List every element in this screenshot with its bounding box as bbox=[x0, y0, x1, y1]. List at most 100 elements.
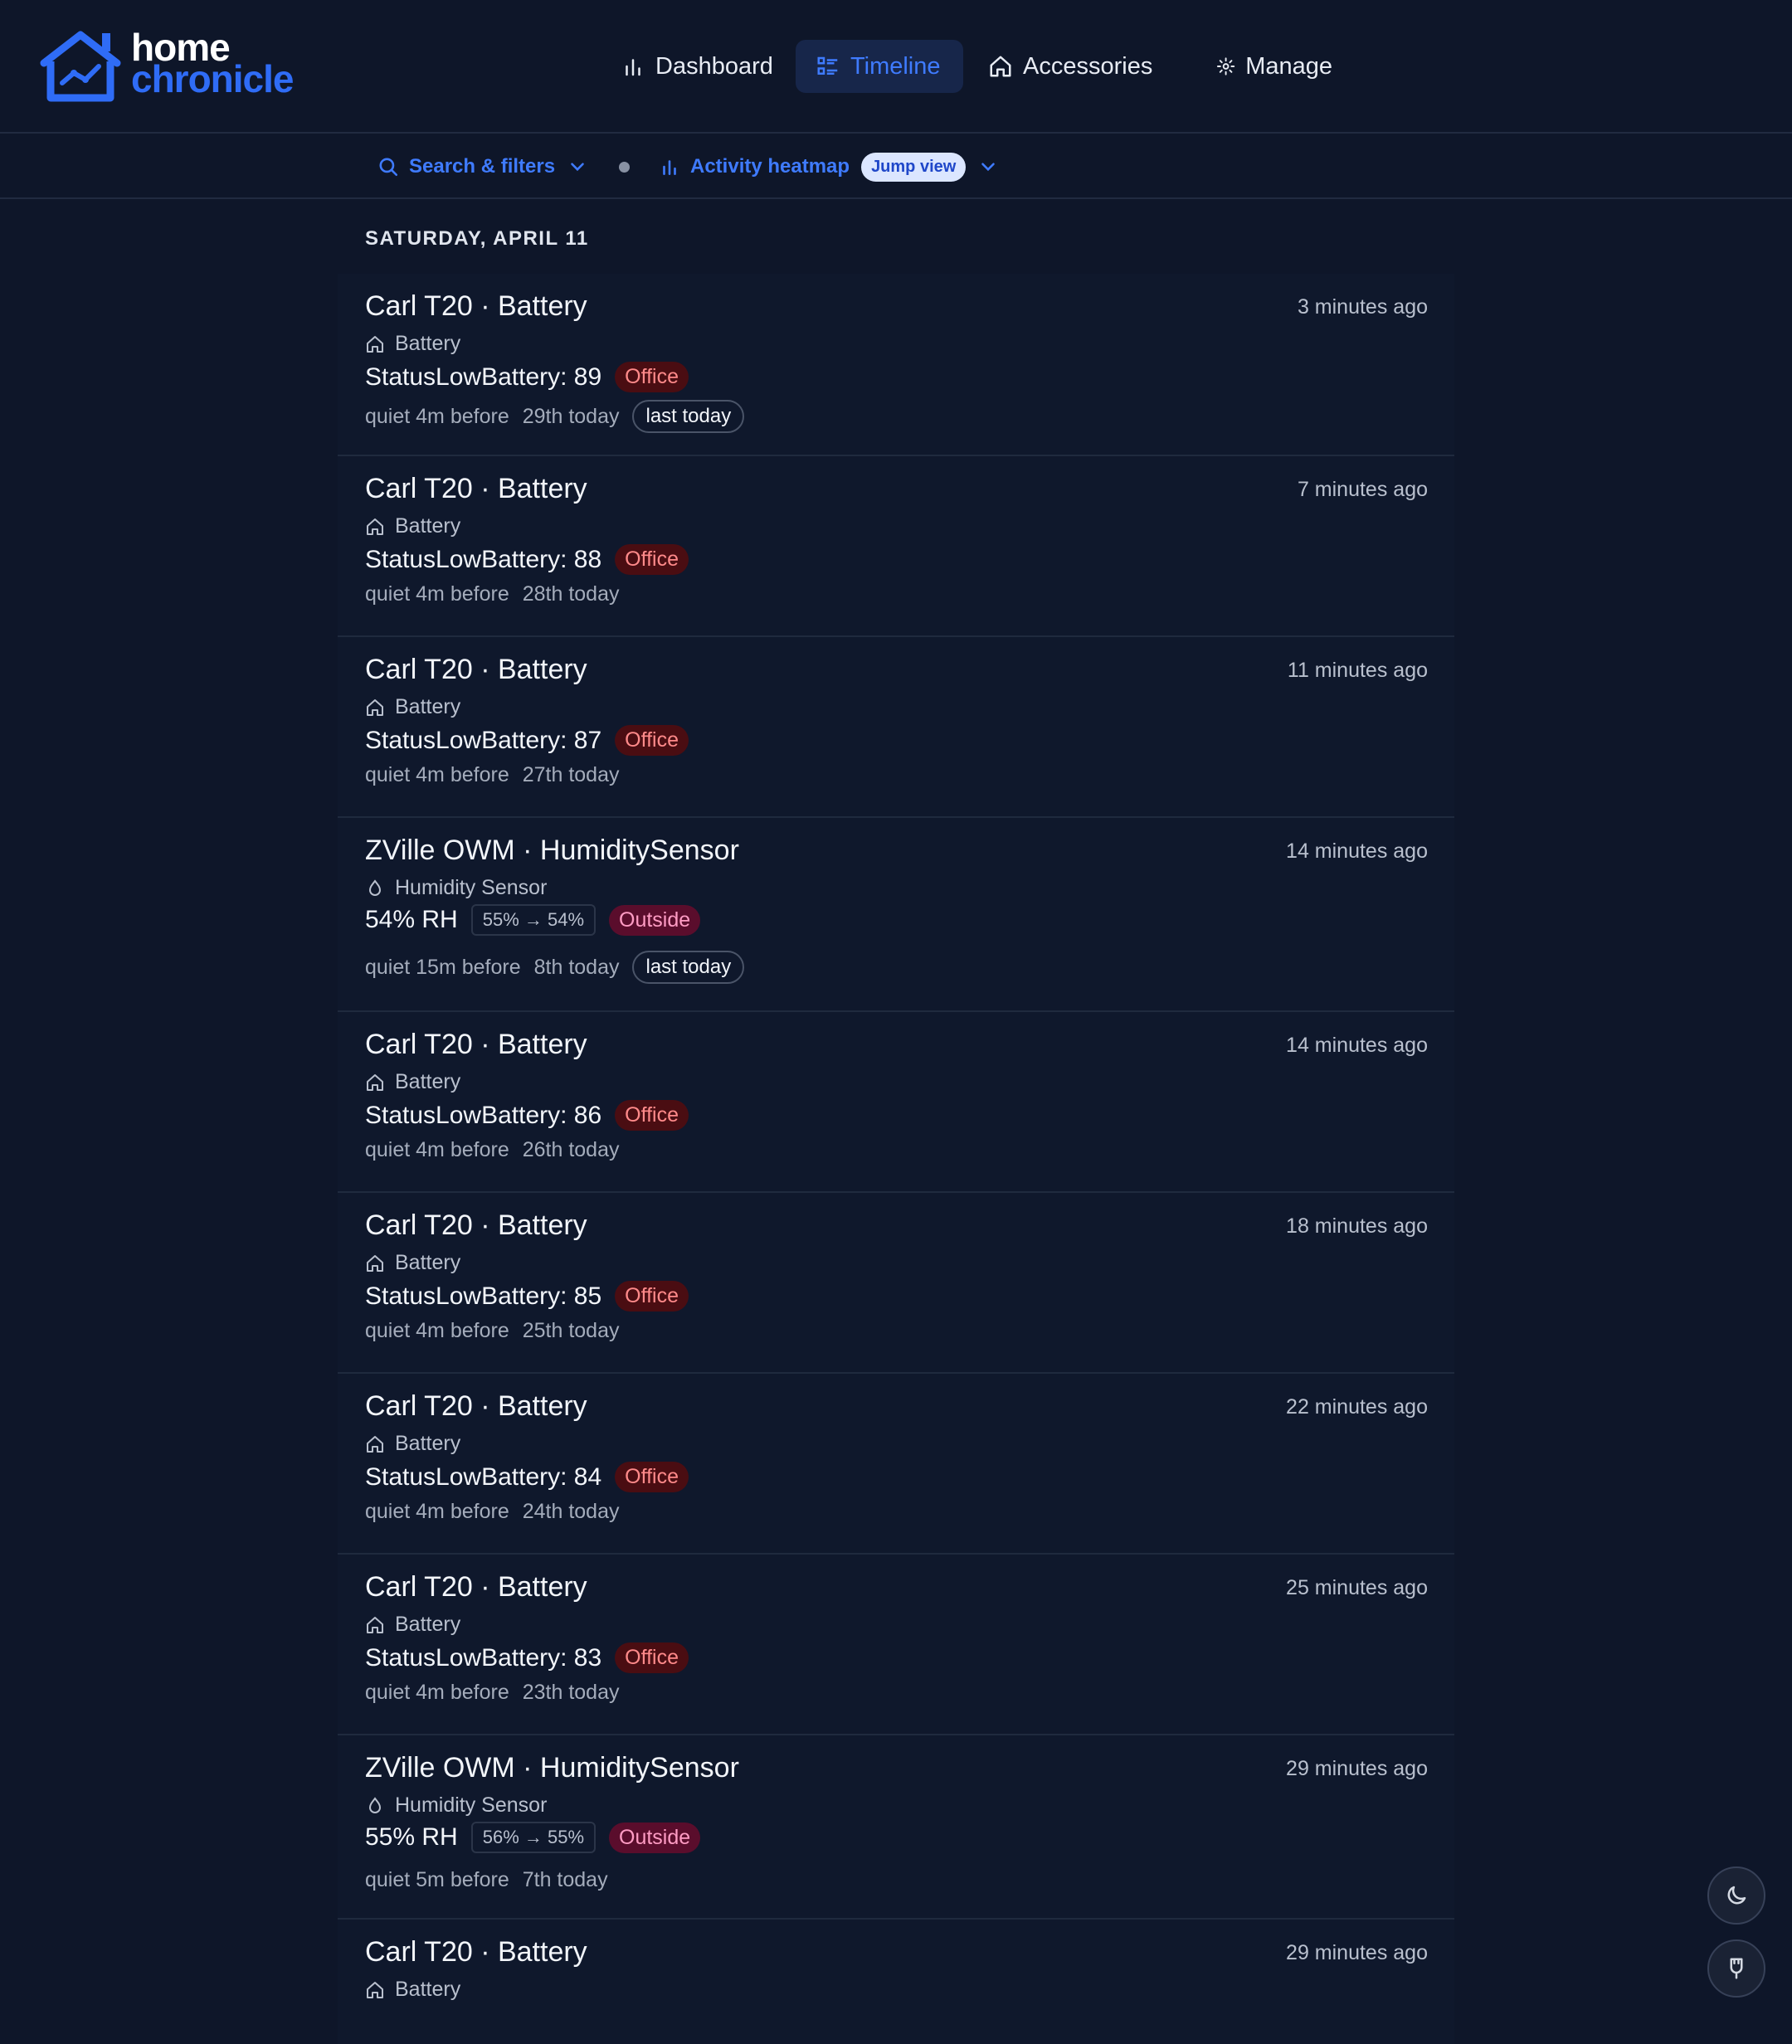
room-badge[interactable]: Office bbox=[615, 725, 689, 756]
logo-chronicle-text: chronicle bbox=[131, 57, 295, 100]
event-service-type: Battery bbox=[365, 1070, 460, 1094]
gear-icon bbox=[1216, 57, 1235, 75]
nav-accessories[interactable]: Accessories bbox=[975, 40, 1166, 93]
rank-text: 25th today bbox=[522, 1319, 620, 1342]
event-meta: quiet 4m before 28th today bbox=[365, 582, 619, 606]
room-badge[interactable]: Office bbox=[615, 1642, 689, 1673]
quiet-text: quiet 4m before bbox=[365, 1681, 509, 1704]
event-service-type: Battery bbox=[365, 332, 460, 356]
timeline-event[interactable]: Carl T20 · Battery 14 minutes ago Batter… bbox=[338, 1012, 1454, 1193]
room-badge[interactable]: Office bbox=[615, 1462, 689, 1492]
event-type-label: Battery bbox=[395, 332, 461, 355]
timeline-event[interactable]: Carl T20 · Battery 22 minutes ago Batter… bbox=[338, 1374, 1454, 1555]
room-badge[interactable]: Office bbox=[615, 1100, 689, 1131]
last-today-badge: last today bbox=[632, 951, 745, 984]
quiet-text: quiet 4m before bbox=[365, 404, 509, 428]
event-title: Carl T20 · Battery bbox=[365, 1390, 587, 1422]
rank-text: 28th today bbox=[522, 582, 620, 606]
timeline-event[interactable]: ZVille OWM · HumiditySensor 14 minutes a… bbox=[338, 818, 1454, 1012]
event-service-type: Humidity Sensor bbox=[365, 1793, 547, 1818]
chevron-down-icon bbox=[981, 163, 996, 172]
event-value-text: StatusLowBattery: 83 bbox=[365, 1643, 602, 1672]
bar-chart-icon bbox=[626, 59, 640, 76]
event-title: Carl T20 · Battery bbox=[365, 1936, 587, 1968]
event-value-text: StatusLowBattery: 86 bbox=[365, 1101, 602, 1129]
plugin-button[interactable] bbox=[1707, 1939, 1765, 1998]
event-service-type: Humidity Sensor bbox=[365, 876, 547, 900]
event-meta: quiet 4m before 26th today bbox=[365, 1138, 619, 1162]
quiet-text: quiet 4m before bbox=[365, 582, 509, 606]
event-time: 18 minutes ago bbox=[1286, 1214, 1428, 1238]
timeline-event[interactable]: Carl T20 · Battery 3 minutes ago Battery… bbox=[338, 274, 1454, 456]
nav-accessories-label: Accessories bbox=[1023, 52, 1153, 80]
timeline-event[interactable]: Carl T20 · Battery 7 minutes ago Battery… bbox=[338, 456, 1454, 637]
home-icon bbox=[990, 56, 1011, 77]
timeline-event[interactable]: Carl T20 · Battery 25 minutes ago Batter… bbox=[338, 1555, 1454, 1735]
event-value-text: StatusLowBattery: 87 bbox=[365, 726, 602, 754]
rank-text: 23th today bbox=[522, 1681, 620, 1704]
rank-text: 8th today bbox=[533, 955, 620, 979]
event-meta: quiet 4m before 29th today last today bbox=[365, 400, 745, 433]
timeline-event[interactable]: Carl T20 · Battery 11 minutes ago Batter… bbox=[338, 637, 1454, 818]
event-title: Carl T20 · Battery bbox=[365, 473, 587, 504]
event-time: 7 minutes ago bbox=[1297, 478, 1428, 501]
value-delta: 55% → 54% bbox=[470, 904, 597, 936]
event-value: StatusLowBattery: 83 Office bbox=[365, 1642, 689, 1673]
event-meta: quiet 5m before 7th today bbox=[365, 1868, 608, 1892]
event-time: 14 minutes ago bbox=[1286, 1034, 1428, 1057]
event-service-type: Battery bbox=[365, 1978, 460, 2002]
room-badge[interactable]: Office bbox=[615, 362, 689, 392]
rank-text: 24th today bbox=[522, 1500, 620, 1523]
room-badge[interactable]: Office bbox=[615, 544, 689, 575]
quiet-text: quiet 4m before bbox=[365, 763, 509, 786]
timeline-event[interactable]: Carl T20 · Battery 18 minutes ago Batter… bbox=[338, 1193, 1454, 1374]
jump-view-badge[interactable]: Jump view bbox=[861, 152, 967, 182]
event-meta: quiet 4m before 24th today bbox=[365, 1500, 619, 1524]
bar-chart-icon bbox=[663, 160, 676, 175]
activity-heatmap-label: Activity heatmap bbox=[690, 155, 850, 178]
nav-timeline[interactable]: Timeline bbox=[796, 40, 963, 93]
event-service-type: Battery bbox=[365, 695, 460, 719]
app-logo[interactable]: home chronicle bbox=[37, 28, 311, 107]
event-type-label: Battery bbox=[395, 514, 461, 538]
event-value-text: 54% RH bbox=[365, 906, 458, 933]
separator-dot bbox=[619, 162, 630, 173]
event-time: 3 minutes ago bbox=[1297, 295, 1428, 319]
rank-text: 26th today bbox=[522, 1138, 620, 1161]
quiet-text: quiet 4m before bbox=[365, 1319, 509, 1342]
event-value: StatusLowBattery: 84 Office bbox=[365, 1462, 689, 1492]
activity-heatmap-toggle[interactable]: Activity heatmap Jump view bbox=[659, 134, 1009, 199]
plug-icon bbox=[1730, 1958, 1743, 1979]
event-type-label: Battery bbox=[395, 1613, 461, 1636]
event-type-label: Battery bbox=[395, 1070, 461, 1093]
event-value: StatusLowBattery: 87 Office bbox=[365, 725, 689, 756]
event-value-text: StatusLowBattery: 85 bbox=[365, 1282, 602, 1310]
timeline-event[interactable]: ZVille OWM · HumiditySensor 29 minutes a… bbox=[338, 1735, 1454, 1920]
nav-manage[interactable]: Manage bbox=[1191, 40, 1332, 93]
nav-timeline-label: Timeline bbox=[850, 52, 941, 80]
droplet-icon bbox=[368, 1796, 382, 1813]
nav-dashboard[interactable]: Dashboard bbox=[621, 40, 795, 93]
timeline-feed: Carl T20 · Battery 3 minutes ago Battery… bbox=[338, 274, 1454, 2044]
list-icon bbox=[817, 56, 838, 75]
home-icon bbox=[367, 335, 383, 353]
event-service-type: Battery bbox=[365, 1251, 460, 1275]
room-badge[interactable]: Outside bbox=[609, 904, 701, 936]
search-filters-toggle[interactable]: Search & filters bbox=[377, 134, 598, 199]
event-value: 55% RH 56% → 55% Outside bbox=[365, 1822, 701, 1853]
room-badge[interactable]: Outside bbox=[609, 1822, 701, 1853]
event-time: 22 minutes ago bbox=[1286, 1395, 1428, 1419]
event-title: ZVille OWM · HumiditySensor bbox=[365, 835, 739, 866]
moon-icon bbox=[1727, 1886, 1746, 1905]
event-type-label: Battery bbox=[395, 1432, 461, 1455]
timeline-event[interactable]: Carl T20 · Battery 29 minutes ago Batter… bbox=[338, 1920, 1454, 2044]
last-today-badge: last today bbox=[632, 400, 745, 433]
home-icon bbox=[367, 1616, 383, 1633]
home-icon bbox=[367, 698, 383, 716]
droplet-icon bbox=[368, 878, 382, 896]
event-meta: quiet 4m before 27th today bbox=[365, 763, 619, 787]
room-badge[interactable]: Office bbox=[615, 1281, 689, 1312]
theme-toggle-button[interactable] bbox=[1707, 1866, 1765, 1925]
event-time: 29 minutes ago bbox=[1286, 1941, 1428, 1964]
event-type-label: Humidity Sensor bbox=[395, 876, 548, 899]
